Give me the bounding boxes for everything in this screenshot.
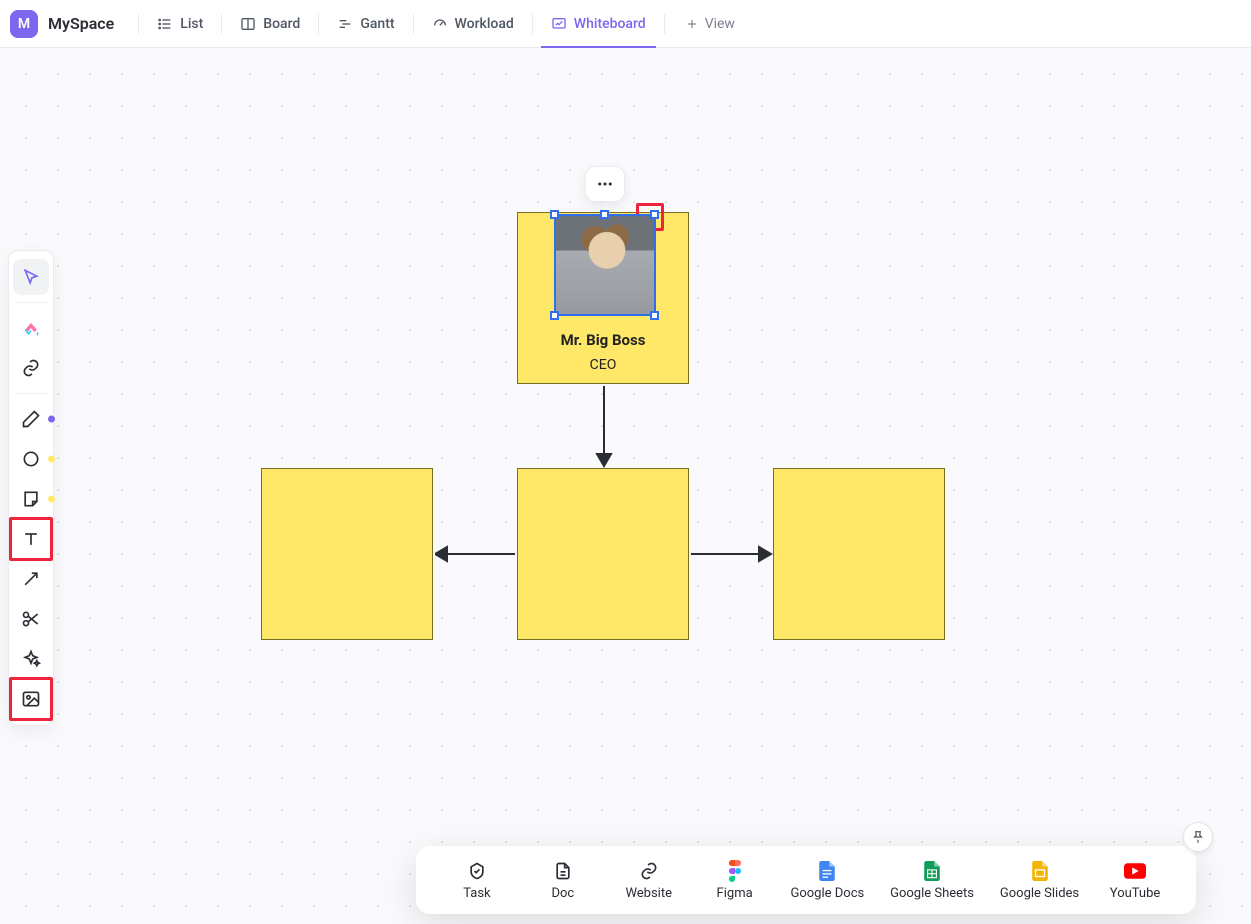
youtube-icon — [1124, 860, 1146, 882]
highlight-image-tool — [9, 677, 53, 721]
tool-sticky[interactable] — [13, 481, 49, 517]
tool-pen[interactable] — [13, 401, 49, 437]
org-card-ceo-role: CEO — [518, 357, 688, 373]
tool-clickup[interactable]: + — [13, 310, 49, 346]
tab-whiteboard-label: Whiteboard — [574, 16, 646, 32]
tab-whiteboard[interactable]: Whiteboard — [543, 0, 654, 47]
insert-task-label: Task — [463, 886, 490, 901]
workload-icon — [432, 16, 448, 32]
arrow-left — [435, 544, 517, 564]
tool-connector[interactable] — [13, 561, 49, 597]
tab-gantt[interactable]: Gantt — [329, 0, 402, 47]
insert-gsheets[interactable]: Google Sheets — [890, 860, 974, 901]
selection-handle-tm[interactable] — [600, 210, 609, 219]
google-docs-icon — [816, 860, 838, 882]
selection-handle-bl[interactable] — [550, 311, 559, 320]
pen-icon — [21, 409, 41, 429]
tool-shape[interactable] — [13, 441, 49, 477]
tab-board[interactable]: Board — [232, 0, 308, 47]
sticky-icon — [21, 489, 41, 509]
tool-text[interactable] — [13, 521, 49, 557]
sparkle-icon — [21, 649, 41, 669]
view-tabs: List Board Gantt Workload Whiteboard Vie… — [128, 0, 745, 47]
selection-handle-tl[interactable] — [550, 210, 559, 219]
tab-gantt-label: Gantt — [360, 16, 394, 32]
insert-gslides-label: Google Slides — [1000, 886, 1079, 901]
figma-icon — [724, 860, 746, 882]
tab-list-label: List — [180, 16, 203, 32]
more-horizontal-icon — [596, 175, 614, 193]
tool-stamp[interactable] — [13, 601, 49, 637]
shape-more-button[interactable] — [585, 166, 625, 202]
plus-icon — [685, 17, 699, 31]
tab-workload[interactable]: Workload — [424, 0, 522, 47]
list-icon — [157, 16, 173, 32]
insert-task[interactable]: Task — [447, 860, 507, 901]
sticky-color-dot — [48, 496, 55, 503]
org-card-child-2[interactable] — [517, 468, 689, 640]
highlight-text-tool — [9, 517, 53, 561]
insert-youtube[interactable]: YouTube — [1105, 860, 1165, 901]
tab-workload-label: Workload — [455, 16, 514, 32]
website-icon — [638, 860, 660, 882]
tool-ai[interactable] — [13, 641, 49, 677]
arrow-right — [691, 544, 773, 564]
pen-color-dot — [48, 416, 55, 423]
insert-figma-label: Figma — [717, 886, 753, 901]
org-card-child-1[interactable] — [261, 468, 433, 640]
insert-gsheets-label: Google Sheets — [890, 886, 974, 901]
tool-rail: + — [8, 250, 54, 726]
pin-toolbar-button[interactable] — [1183, 822, 1213, 852]
arrow-down — [594, 386, 614, 468]
space-badge[interactable]: M — [10, 10, 38, 38]
selection-handle-br[interactable] — [650, 311, 659, 320]
gantt-icon — [337, 16, 353, 32]
selection-handle-tr[interactable] — [650, 210, 659, 219]
google-sheets-icon — [921, 860, 943, 882]
insert-website[interactable]: Website — [619, 860, 679, 901]
insert-website-label: Website — [625, 886, 672, 901]
ceo-photo-selected[interactable] — [554, 214, 656, 316]
scissors-icon — [21, 609, 41, 629]
org-card-child-3[interactable] — [773, 468, 945, 640]
doc-icon — [552, 860, 574, 882]
insert-bar: Task Doc Website Figma Google Docs Googl… — [416, 846, 1196, 914]
insert-gslides[interactable]: Google Slides — [1000, 860, 1079, 901]
top-bar: M MySpace List Board Gantt Workload Whit… — [0, 0, 1251, 48]
org-card-ceo-name: Mr. Big Boss — [518, 331, 688, 349]
google-slides-icon — [1029, 860, 1051, 882]
insert-doc-label: Doc — [551, 886, 574, 901]
connector-icon — [21, 569, 41, 589]
tool-image[interactable] — [13, 681, 49, 717]
pushpin-icon — [1191, 830, 1205, 844]
tool-link[interactable] — [13, 350, 49, 386]
add-view-label: View — [705, 16, 735, 32]
insert-youtube-label: YouTube — [1110, 886, 1161, 901]
tab-board-label: Board — [263, 16, 300, 32]
cursor-icon — [21, 267, 41, 287]
clickup-icon: + — [21, 318, 41, 338]
task-icon — [466, 860, 488, 882]
shape-color-dot — [48, 456, 55, 463]
tool-select[interactable] — [13, 259, 49, 295]
board-icon — [240, 16, 256, 32]
tab-list[interactable]: List — [149, 0, 211, 47]
whiteboard-icon — [551, 16, 567, 32]
space-title: MySpace — [48, 14, 114, 33]
svg-text:+: + — [35, 329, 40, 338]
insert-doc[interactable]: Doc — [533, 860, 593, 901]
shape-icon — [21, 449, 41, 469]
insert-gdocs[interactable]: Google Docs — [791, 860, 865, 901]
ceo-photo-image — [556, 216, 654, 314]
insert-figma[interactable]: Figma — [705, 860, 765, 901]
insert-gdocs-label: Google Docs — [791, 886, 865, 901]
link-icon — [21, 358, 41, 378]
add-view-button[interactable]: View — [675, 16, 745, 32]
